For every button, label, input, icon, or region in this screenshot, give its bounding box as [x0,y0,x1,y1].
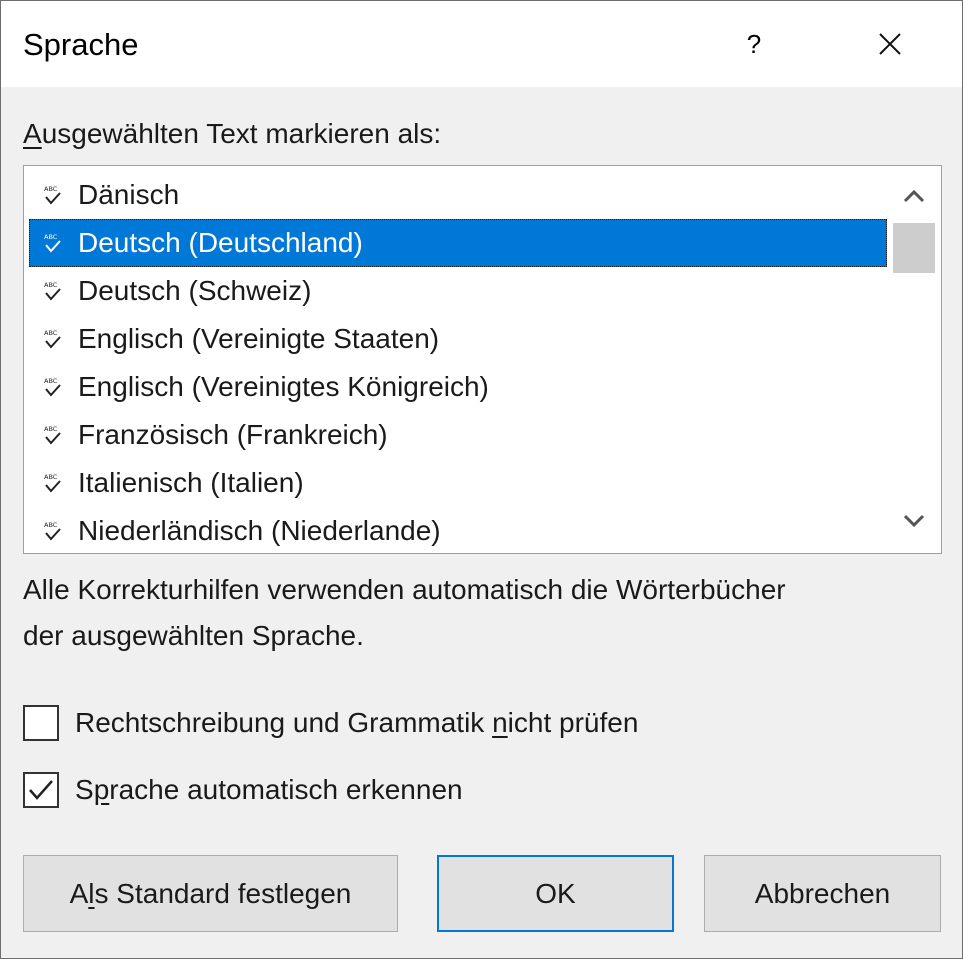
detect-language-label-pre: S [75,774,94,805]
spellcheck-icon: ABC [44,329,61,349]
chevron-down-icon [903,514,925,528]
detect-language-label: Sprache automatisch erkennen [75,771,463,809]
close-icon [879,33,901,55]
language-item-label: Französisch (Frankreich) [78,419,388,450]
spellcheck-icon: ABC [44,377,61,397]
no-proofing-accelerator: n [492,707,508,738]
language-list-item[interactable]: ABC Dänisch [29,171,887,219]
checkmark-icon [29,780,53,800]
spellcheck-icon: ABC [44,185,61,205]
svg-text:ABC: ABC [44,521,58,529]
spellcheck-icon: ABC [44,281,61,301]
no-proofing-checkbox[interactable] [23,705,59,741]
detect-language-option[interactable]: Sprache automatisch erkennen [23,769,463,811]
help-button[interactable]: ? [723,19,785,69]
language-list-label-text: usgewählten Text markieren als: [41,118,442,149]
vertical-scrollbar[interactable] [887,166,941,553]
spellcheck-icon: ABC [44,425,61,445]
language-list-item[interactable]: ABC Englisch (Vereinigtes Königreich) [29,363,887,411]
set-default-pre: A [69,877,89,909]
svg-text:ABC: ABC [44,185,58,193]
language-item-label: Deutsch (Deutschland) [78,227,363,258]
info-text: Alle Korrekturhilfen verwenden automatis… [23,567,943,659]
language-list-item[interactable]: ABC Italienisch (Italien) [29,459,887,507]
svg-text:ABC: ABC [44,233,58,241]
spellcheck-icon: ABC [44,521,61,541]
language-item-label: Deutsch (Schweiz) [78,275,312,306]
scrollbar-thumb[interactable] [893,223,935,273]
close-button[interactable] [859,19,921,69]
no-proofing-label-post: icht prüfen [507,707,639,738]
accelerator-key: A [23,118,42,149]
language-item-label: Dänisch [78,179,180,210]
spellcheck-icon: ABC [44,473,61,493]
language-item-label: Englisch (Vereinigtes Königreich) [78,371,489,402]
language-dialog: Sprache ? Ausgewählten Text markieren al… [0,0,963,959]
dialog-title: Sprache [23,27,139,62]
no-proofing-option[interactable]: Rechtschreibung und Grammatik nicht prüf… [23,702,638,744]
detect-language-checkbox[interactable] [23,772,59,808]
language-list-item[interactable]: ABC Niederländisch (Niederlande) [29,507,887,553]
ok-button[interactable]: OK [437,855,674,932]
set-default-post: s Standard festlegen [94,877,352,909]
detect-language-accelerator: p [93,774,110,805]
language-item-label: Niederländisch (Niederlande) [78,515,441,546]
set-default-button[interactable]: Als Standard festlegen [23,855,398,932]
language-list-item[interactable]: ABC Deutsch (Deutschland) [29,219,887,267]
svg-text:ABC: ABC [44,377,58,385]
scroll-down-button[interactable] [887,496,941,546]
language-item-label: Englisch (Vereinigte Staaten) [78,323,440,354]
language-list-item[interactable]: ABC Französisch (Frankreich) [29,411,887,459]
scroll-up-button[interactable] [887,171,941,221]
no-proofing-label: Rechtschreibung und Grammatik nicht prüf… [75,704,638,742]
info-line-1: Alle Korrekturhilfen verwenden automatis… [23,574,786,605]
chevron-up-icon [903,189,925,203]
title-bar: Sprache ? [1,1,962,87]
no-proofing-label-pre: Rechtschreibung und Grammatik [75,707,493,738]
language-list-item[interactable]: ABC Englisch (Vereinigte Staaten) [29,315,887,363]
svg-text:ABC: ABC [44,329,58,337]
svg-text:ABC: ABC [44,425,58,433]
svg-text:ABC: ABC [44,281,58,289]
detect-language-label-post: rache automatisch erkennen [109,774,463,805]
cancel-button[interactable]: Abbrechen [704,855,941,932]
language-list-label: Ausgewählten Text markieren als: [23,115,441,153]
language-list-items: ABC Dänisch ABC Deutsch (Deutschland) ABC Deu… [29,171,887,553]
language-listbox[interactable]: ABC Dänisch ABC Deutsch (Deutschland) ABC Deu… [23,165,942,554]
spellcheck-icon: ABC [44,233,61,253]
language-item-label: Italienisch (Italien) [78,467,304,498]
info-line-2: der ausgewählten Sprache. [23,620,364,651]
svg-text:ABC: ABC [44,473,58,481]
language-list-item[interactable]: ABC Deutsch (Schweiz) [29,267,887,315]
